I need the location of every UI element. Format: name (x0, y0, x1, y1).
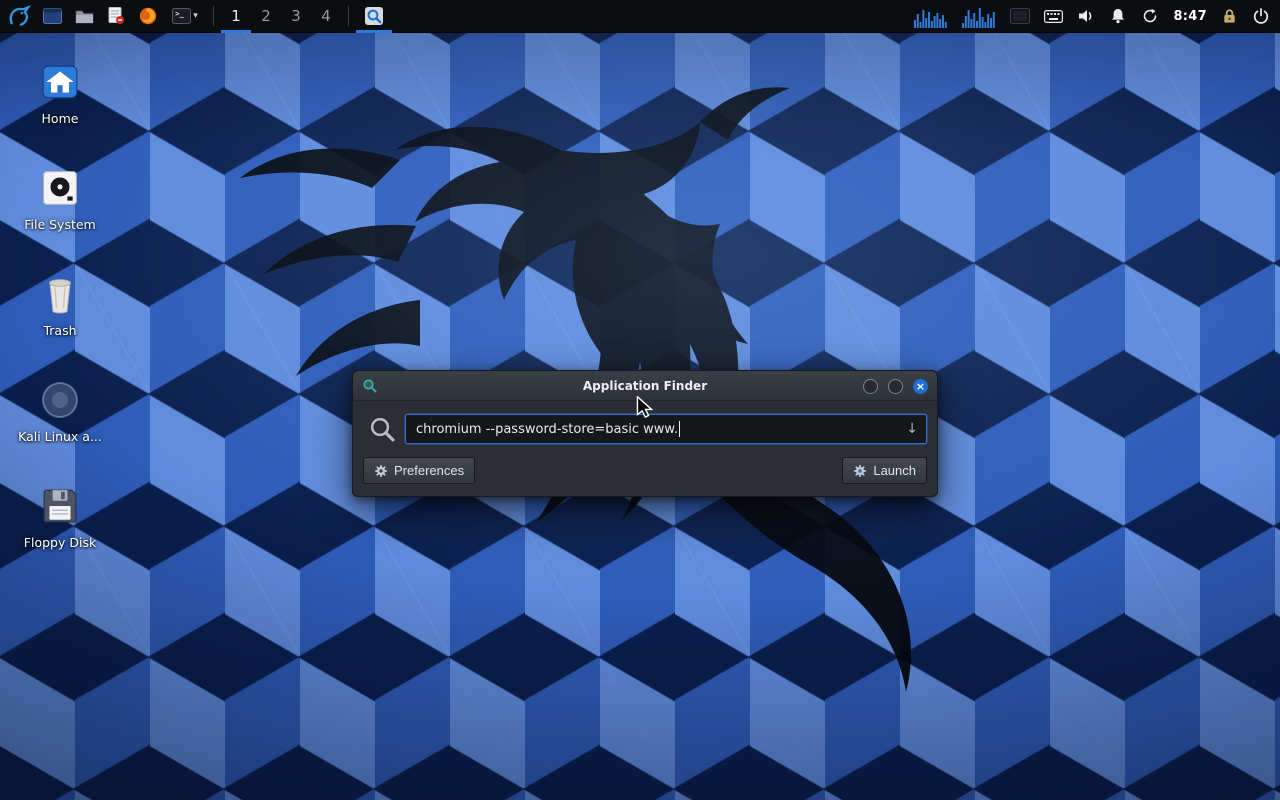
window-controls: × (863, 379, 928, 394)
file-manager-launcher-button[interactable] (68, 0, 100, 33)
window-titlebar[interactable]: Application Finder × (353, 371, 937, 401)
network-graph-icon[interactable] (962, 4, 996, 28)
terminal-dropdown-button[interactable]: >_ ▾ (164, 0, 206, 33)
search-icon (369, 416, 396, 443)
top-panel: >_ ▾ 1 2 3 4 (0, 0, 1280, 33)
keyboard-icon[interactable] (1044, 10, 1063, 23)
close-button[interactable]: × (913, 379, 928, 394)
desktop-icon-label: Trash (16, 323, 104, 338)
maximize-button[interactable] (888, 379, 903, 394)
launch-button-label: Launch (873, 463, 916, 478)
workspace-2-button[interactable]: 2 (251, 0, 281, 33)
cpu-graph-icon[interactable] (914, 4, 948, 28)
terminal-prompt-glyph: >_ (175, 10, 183, 18)
window-icon (43, 8, 62, 24)
drive-icon (41, 169, 79, 207)
close-icon: × (916, 381, 925, 392)
taskbar-application-finder[interactable] (356, 0, 392, 33)
text-caret (679, 421, 680, 437)
workspace-4-button[interactable]: 4 (311, 0, 341, 33)
application-finder-window: Application Finder × chromium --password… (352, 370, 938, 497)
launch-button[interactable]: Launch (842, 457, 927, 484)
desktop-icon-label: File System (16, 217, 104, 232)
command-input-text: chromium --password-store=basic www. (416, 422, 678, 437)
desktop-icon-kali-volume[interactable]: Kali Linux a... (16, 378, 104, 444)
lock-icon[interactable] (1221, 7, 1238, 25)
update-icon[interactable] (1141, 7, 1159, 25)
desktop-icon-home[interactable]: Home (16, 60, 104, 126)
monitor-icon[interactable] (1010, 8, 1030, 24)
floppy-icon (41, 487, 79, 525)
mounted-volume-icon (40, 380, 80, 420)
desktop-icon-label: Kali Linux a... (16, 429, 104, 444)
home-folder-icon (41, 63, 79, 101)
application-finder-icon (364, 6, 384, 26)
notifications-bell-icon[interactable] (1109, 7, 1127, 25)
kali-menu-button[interactable] (0, 0, 36, 33)
firefox-icon (139, 7, 157, 25)
desktop-icon-label: Floppy Disk (16, 535, 104, 550)
window-launcher-button[interactable] (36, 0, 68, 33)
command-input[interactable]: chromium --password-store=basic www. ↓ (405, 414, 927, 444)
gear-icon (374, 464, 388, 478)
volume-icon[interactable] (1077, 7, 1095, 25)
text-editor-launcher-button[interactable] (100, 0, 132, 33)
workspace-3-button[interactable]: 3 (281, 0, 311, 33)
kali-menu-icon (6, 4, 31, 29)
trash-icon (40, 273, 80, 315)
window-title: Application Finder (353, 379, 937, 393)
power-icon[interactable] (1252, 7, 1270, 25)
desktop-icon-file-system[interactable]: File System (16, 166, 104, 232)
preferences-button[interactable]: Preferences (363, 457, 475, 484)
desktop-icon-trash[interactable]: Trash (16, 272, 104, 338)
history-dropdown-arrow-icon[interactable]: ↓ (906, 422, 918, 436)
firefox-launcher-button[interactable] (132, 0, 164, 33)
preferences-button-label: Preferences (394, 463, 464, 478)
desktop-icon-floppy[interactable]: Floppy Disk (16, 484, 104, 550)
panel-separator (348, 6, 349, 26)
chevron-down-icon: ▾ (193, 11, 198, 21)
minimize-button[interactable] (863, 379, 878, 394)
run-icon (853, 464, 867, 478)
text-editor-icon (108, 7, 125, 25)
system-tray: 8:47 (914, 4, 1270, 28)
clock[interactable]: 8:47 (1173, 9, 1207, 24)
desktop-icon-label: Home (16, 111, 104, 126)
finder-body: chromium --password-store=basic www. ↓ (353, 401, 937, 496)
panel-separator (213, 6, 214, 26)
file-manager-icon (75, 9, 94, 24)
workspace-1-button[interactable]: 1 (221, 0, 251, 33)
